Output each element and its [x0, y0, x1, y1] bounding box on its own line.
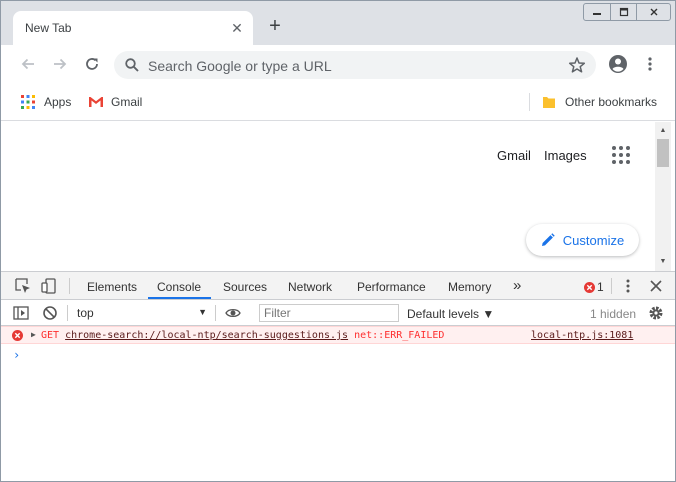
- search-icon: [124, 57, 140, 76]
- devtools-tab-bar: Elements Console Sources Network Perform…: [1, 272, 675, 300]
- clear-console-icon[interactable]: [42, 305, 58, 321]
- images-link[interactable]: Images: [544, 148, 587, 163]
- customize-button[interactable]: Customize: [526, 224, 639, 256]
- toolbar-divider: [611, 278, 612, 294]
- console-toolbar: top ▼ Default levels ▼ 1 hidden: [1, 300, 675, 326]
- devtools-panel: Elements Console Sources Network Perform…: [1, 271, 675, 481]
- menu-button[interactable]: [638, 52, 662, 76]
- browser-window: New Tab ✕ + Search Google or type a URL …: [0, 0, 676, 482]
- tab-performance[interactable]: Performance: [357, 280, 426, 294]
- tab-strip: New Tab ✕ +: [1, 1, 675, 45]
- toolbar-divider: [67, 305, 68, 321]
- inspect-element-icon[interactable]: [15, 278, 31, 294]
- page-scrollbar[interactable]: ▲ ▼: [655, 122, 671, 271]
- dropdown-arrow-icon: ▼: [198, 307, 207, 317]
- error-text: GET chrome-search://local-ntp/search-sug…: [41, 330, 444, 341]
- maximize-icon[interactable]: [610, 4, 636, 20]
- arrow-right-icon: [54, 58, 67, 70]
- bookmark-other[interactable]: Other bookmarks: [542, 95, 657, 109]
- kebab-menu-icon[interactable]: [620, 278, 636, 294]
- error-icon: [12, 330, 23, 341]
- log-levels-dropdown[interactable]: Default levels ▼: [407, 307, 494, 321]
- star-icon[interactable]: [568, 56, 586, 77]
- scroll-down-icon[interactable]: ▼: [655, 255, 671, 269]
- minimize-icon[interactable]: [584, 4, 610, 20]
- new-tab-button[interactable]: +: [265, 16, 285, 37]
- close-devtools-icon[interactable]: [648, 278, 664, 294]
- tab-elements[interactable]: Elements: [87, 280, 137, 294]
- new-tab-page: Gmail Images Customize: [1, 122, 655, 271]
- customize-label: Customize: [562, 232, 625, 248]
- eye-icon[interactable]: [225, 305, 241, 321]
- bookmark-gmail[interactable]: Gmail: [88, 95, 142, 109]
- bookmark-apps[interactable]: Apps: [21, 95, 71, 109]
- console-prompt[interactable]: ›: [13, 348, 20, 362]
- tab-memory[interactable]: Memory: [448, 280, 491, 294]
- bookmark-apps-label: Apps: [44, 95, 72, 109]
- request-url-link[interactable]: chrome-search://local-ntp/search-suggest…: [65, 330, 348, 341]
- active-tab-indicator: [148, 297, 211, 299]
- console-error-message: ▶ GET chrome-search://local-ntp/search-s…: [1, 326, 675, 344]
- reload-button[interactable]: [80, 52, 104, 76]
- bookmarks-separator: [529, 93, 530, 111]
- bookmarks-bar: Apps Gmail Other bookmarks: [1, 83, 675, 121]
- profile-icon: [609, 55, 627, 73]
- folder-icon: [543, 97, 555, 108]
- context-value: top: [77, 306, 94, 320]
- close-window-icon[interactable]: [636, 4, 670, 20]
- console-filter-input[interactable]: [259, 304, 399, 322]
- bookmark-other-label: Other bookmarks: [565, 95, 658, 109]
- tab-new-tab[interactable]: New Tab ✕: [13, 11, 253, 45]
- toolbar: Search Google or type a URL: [1, 45, 675, 83]
- request-method: GET: [41, 330, 60, 341]
- pencil-icon: [541, 233, 555, 246]
- more-tabs-icon[interactable]: »: [513, 277, 521, 294]
- apps-grid-icon: [21, 95, 35, 109]
- kebab-menu-icon: [648, 57, 652, 71]
- bookmark-gmail-label: Gmail: [111, 95, 143, 109]
- gmail-link[interactable]: Gmail: [497, 148, 531, 163]
- expand-triangle-icon[interactable]: ▶: [31, 330, 36, 339]
- gear-icon[interactable]: [648, 305, 664, 321]
- device-toolbar-icon[interactable]: [41, 278, 57, 294]
- forward-button[interactable]: [48, 52, 72, 76]
- error-count: 1: [597, 280, 604, 294]
- show-sidebar-icon[interactable]: [13, 305, 29, 321]
- error-code: net::ERR_FAILED: [354, 330, 445, 341]
- tab-title: New Tab: [25, 21, 72, 35]
- reload-icon: [86, 58, 98, 70]
- toolbar-divider: [69, 278, 70, 294]
- scroll-thumb[interactable]: [657, 139, 669, 167]
- hidden-messages-count: 1 hidden: [590, 307, 637, 321]
- tab-network[interactable]: Network: [288, 280, 332, 294]
- source-location-link[interactable]: local-ntp.js:1081: [531, 330, 633, 341]
- back-button[interactable]: [16, 52, 40, 76]
- tab-sources[interactable]: Sources: [223, 280, 267, 294]
- tab-console[interactable]: Console: [157, 280, 201, 294]
- omnibox-placeholder: Search Google or type a URL: [148, 58, 332, 74]
- error-icon: [584, 281, 595, 293]
- gmail-icon: [89, 97, 103, 107]
- arrow-left-icon: [21, 58, 34, 70]
- context-selector[interactable]: top ▼: [73, 304, 211, 322]
- google-apps-icon[interactable]: [612, 146, 630, 164]
- toolbar-divider: [215, 305, 216, 321]
- profile-button[interactable]: [606, 52, 630, 76]
- omnibox[interactable]: Search Google or type a URL: [114, 51, 596, 79]
- window-controls: [583, 3, 671, 21]
- error-count-badge[interactable]: 1: [584, 280, 604, 294]
- scroll-up-icon[interactable]: ▲: [655, 124, 671, 138]
- close-tab-icon[interactable]: ✕: [229, 20, 245, 36]
